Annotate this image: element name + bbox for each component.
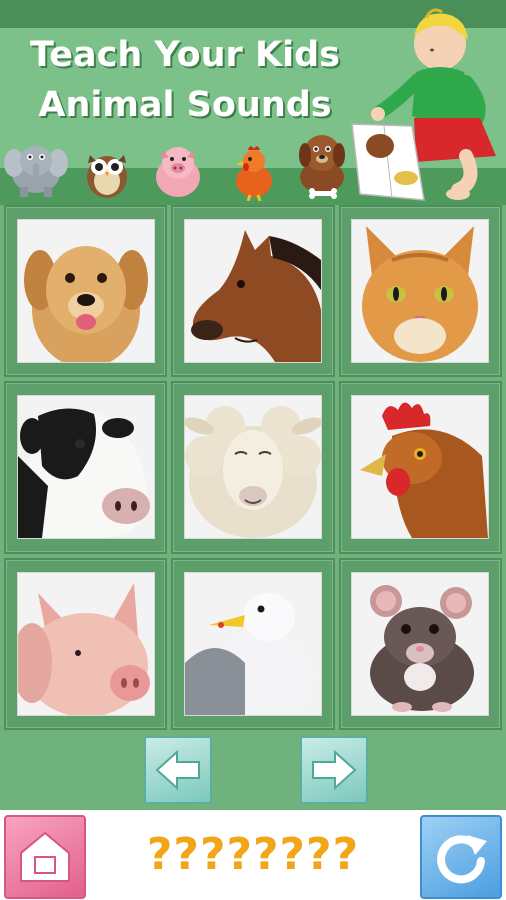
tile-dog[interactable]	[4, 205, 168, 378]
home-icon	[20, 831, 70, 882]
chicken-photo	[351, 395, 490, 540]
tile-rat[interactable]	[338, 557, 502, 730]
tile-cat[interactable]	[338, 205, 502, 378]
arrow-right-icon	[312, 750, 357, 790]
dog-photo	[16, 219, 155, 364]
sheep-photo	[183, 395, 322, 540]
tile-seagull[interactable]	[171, 557, 335, 730]
tile-horse[interactable]	[171, 205, 335, 378]
replay-button[interactable]	[420, 815, 502, 899]
replay-icon	[437, 835, 487, 884]
tile-pig[interactable]	[4, 557, 168, 730]
animal-grid	[4, 205, 502, 730]
elephant-icon	[4, 146, 68, 197]
answer-text: ????????	[146, 829, 360, 880]
title-line-2: Animal Sounds	[38, 85, 332, 125]
app-header: Teach Your Kids Animal Sounds	[0, 0, 506, 205]
bottom-bar: ????????	[0, 810, 506, 900]
app-title: Teach Your Kids Animal Sounds	[0, 30, 370, 130]
tile-chicken[interactable]	[338, 381, 502, 554]
tile-sheep[interactable]	[171, 381, 335, 554]
cat-photo	[351, 219, 490, 364]
rat-photo	[351, 571, 490, 716]
title-line-1: Teach Your Kids	[30, 35, 340, 75]
tile-cow[interactable]	[4, 381, 168, 554]
pig-icon	[156, 147, 200, 197]
arrow-left-icon	[155, 750, 200, 790]
header-animal-row	[0, 125, 360, 205]
chicken-icon	[236, 146, 272, 201]
seagull-photo	[183, 571, 322, 716]
previous-page-button[interactable]	[144, 736, 212, 804]
kid-reading-illustration	[351, 8, 496, 201]
dog-icon	[299, 135, 345, 199]
home-button[interactable]	[4, 815, 86, 899]
cow-photo	[16, 395, 155, 540]
horse-photo	[183, 219, 322, 364]
pig-photo	[16, 571, 155, 716]
next-page-button[interactable]	[300, 736, 368, 804]
owl-icon	[87, 155, 127, 198]
